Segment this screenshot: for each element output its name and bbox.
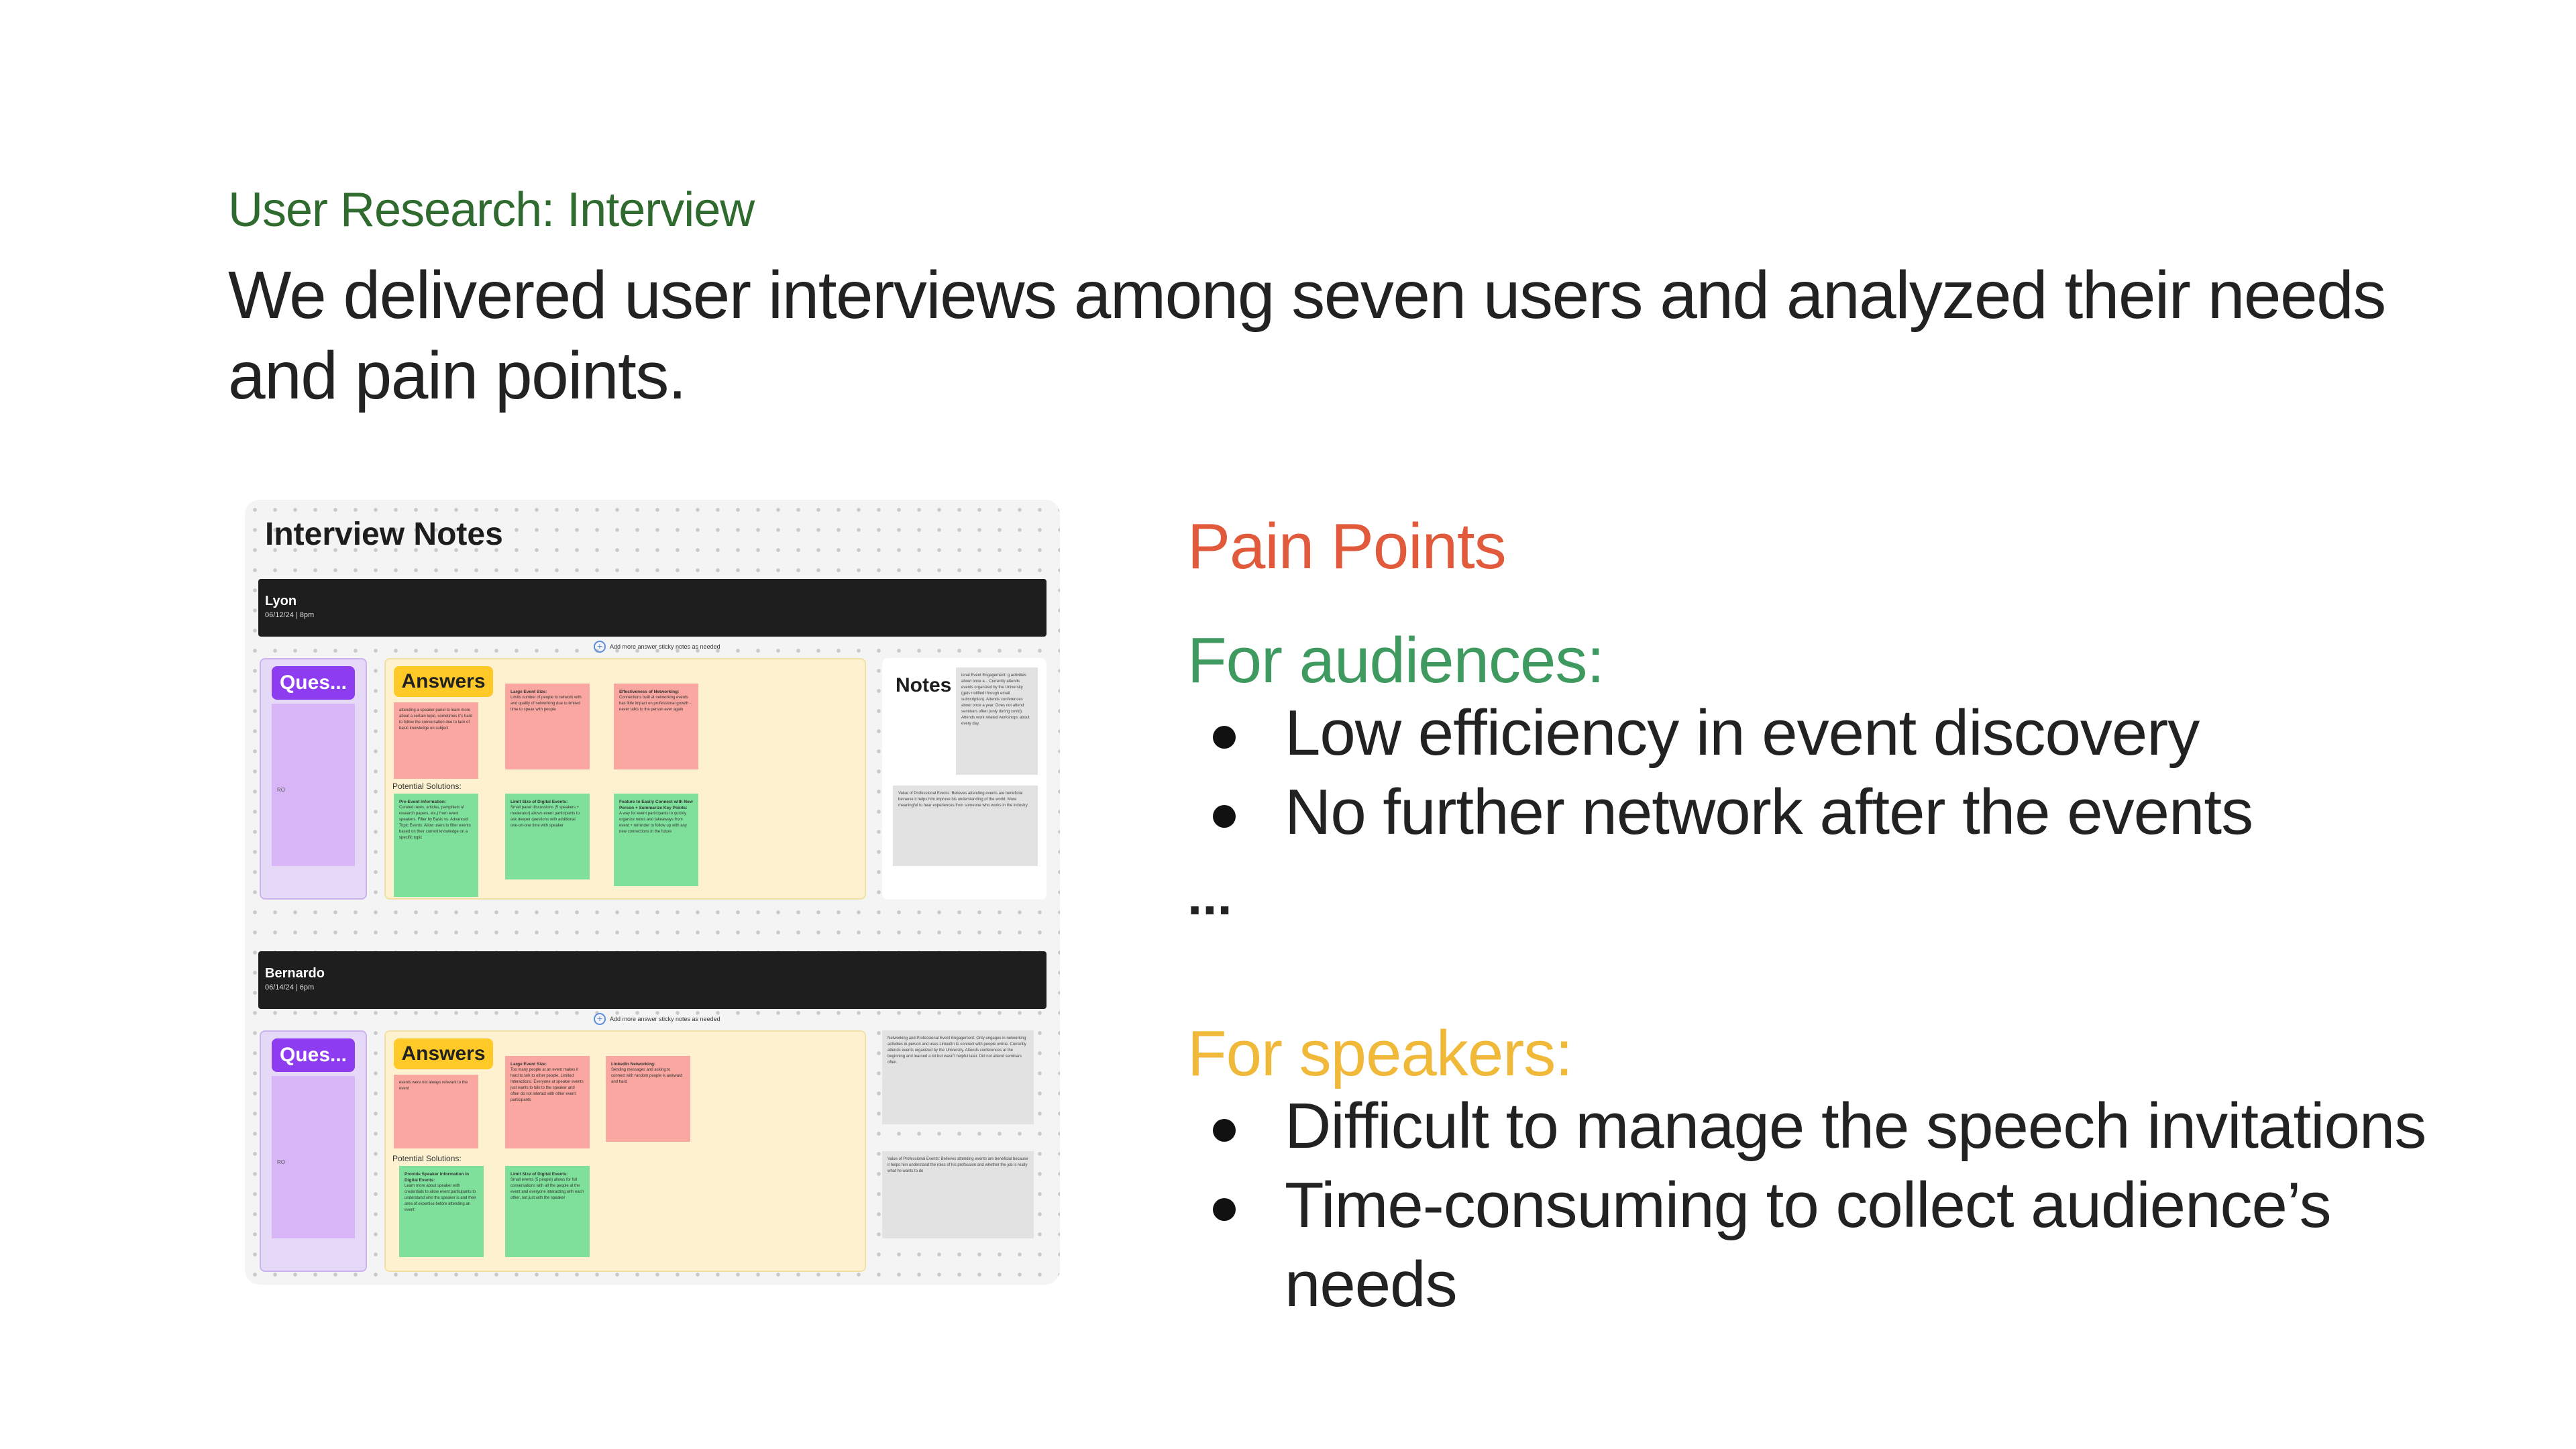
answer-sticky[interactable]: Large Event Size: Too many people at an e… [505, 1056, 590, 1148]
potential-solutions-label: Potential Solutions: [392, 1154, 462, 1163]
plus-icon[interactable]: + [594, 1013, 606, 1025]
notes-sticky[interactable]: Value of Professional Events: Believes a… [893, 786, 1038, 866]
add-sticky-row[interactable]: + Add more answer sticky notes as needed [594, 1013, 720, 1025]
solution-sticky[interactable]: Provide Speaker Information in Digital E… [399, 1166, 484, 1257]
section-eyebrow: User Research: Interview [228, 183, 755, 237]
audiences-ellipsis: ... [1187, 866, 1232, 926]
audiences-heading: For audiences: [1187, 625, 1605, 696]
add-sticky-row[interactable]: + Add more answer sticky notes as needed [594, 641, 720, 653]
speakers-heading: For speakers: [1187, 1018, 1573, 1089]
answer-sticky[interactable]: Effectiveness of Networking: Connections … [614, 684, 698, 769]
interview-session: Bernardo 06/14/24 | 6pm + Add more answe… [258, 951, 1046, 1272]
question-sticky[interactable]: RO [272, 1152, 355, 1238]
notes-tag: Notes [896, 674, 952, 696]
pain-points-title: Pain Points [1187, 511, 1507, 582]
interview-session: Lyon 06/12/24 | 8pm + Add more answer st… [258, 579, 1046, 900]
answers-column: Answers attending a speaker panel to lea… [384, 658, 866, 900]
list-item: No further network after the events [1208, 773, 2482, 852]
interview-notes-board: Interview Notes Lyon 06/12/24 | 8pm + Ad… [245, 500, 1060, 1285]
sticky-text: RO [277, 1159, 285, 1165]
potential-solutions-label: Potential Solutions: [392, 782, 462, 791]
plus-icon[interactable]: + [594, 641, 606, 653]
sticky-text: RO [277, 787, 285, 793]
questions-tag: Ques... [272, 1038, 355, 1072]
solution-sticky[interactable]: Limit Size of Digital Events: Small panel… [505, 794, 590, 879]
add-hint: Add more answer sticky notes as needed [610, 643, 720, 650]
speakers-list: Difficult to manage the speech invitatio… [1208, 1087, 2482, 1324]
interview-date: 06/12/24 | 8pm [265, 611, 315, 619]
solution-sticky[interactable]: Feature to Easily Connect with New Perso… [614, 794, 698, 886]
question-sticky[interactable] [272, 1076, 355, 1162]
board-title: Interview Notes [265, 517, 503, 552]
interview-date: 06/14/24 | 6pm [265, 983, 315, 991]
list-item: Low efficiency in event discovery [1208, 694, 2482, 773]
speakers-ellipsis: ... [1187, 1409, 1232, 1449]
questions-column: Ques... RO [260, 1030, 367, 1272]
notes-sticky[interactable]: Value of Professional Events: Believes a… [882, 1151, 1034, 1238]
list-item: Time-consuming to collect audience’s nee… [1208, 1166, 2482, 1324]
solution-sticky[interactable]: Pre-Event Information: Curated news, arti… [394, 794, 478, 897]
notes-sticky[interactable]: ional Event Engagement: g activities abo… [956, 667, 1038, 775]
question-sticky[interactable]: RO [272, 780, 355, 866]
answers-tag: Answers [394, 666, 493, 697]
questions-tag: Ques... [272, 666, 355, 700]
answer-sticky[interactable]: LinkedIn Networking: Sending messages and… [606, 1056, 690, 1142]
notes-column: Networking and Professional Event Engage… [882, 1030, 1046, 1272]
answers-column: Answers events were not always relevant … [384, 1030, 866, 1272]
solution-sticky[interactable]: Limit Size of Digital Events: Small event… [505, 1166, 590, 1257]
notes-column: Notes ional Event Engagement: g activiti… [882, 658, 1046, 900]
list-item: Difficult to manage the speech invitatio… [1208, 1087, 2482, 1166]
session-header: Lyon 06/12/24 | 8pm [258, 579, 1046, 637]
session-header: Bernardo 06/14/24 | 6pm [258, 951, 1046, 1009]
audiences-list: Low efficiency in event discovery No fur… [1208, 694, 2482, 852]
answers-tag: Answers [394, 1038, 493, 1069]
answer-sticky[interactable]: Large Event Size: Limits number of people… [505, 684, 590, 769]
answer-sticky[interactable]: events were not always relevant to the e… [394, 1075, 478, 1148]
add-hint: Add more answer sticky notes as needed [610, 1016, 720, 1022]
interviewee-name: Lyon [265, 594, 297, 608]
notes-sticky[interactable]: Networking and Professional Event Engage… [882, 1030, 1034, 1124]
answer-sticky[interactable]: attending a speaker panel to learn more … [394, 702, 478, 779]
headline: We delivered user interviews among seven… [228, 258, 2386, 413]
interviewee-name: Bernardo [265, 966, 325, 981]
questions-column: Ques... RO [260, 658, 367, 900]
question-sticky[interactable] [272, 704, 355, 790]
